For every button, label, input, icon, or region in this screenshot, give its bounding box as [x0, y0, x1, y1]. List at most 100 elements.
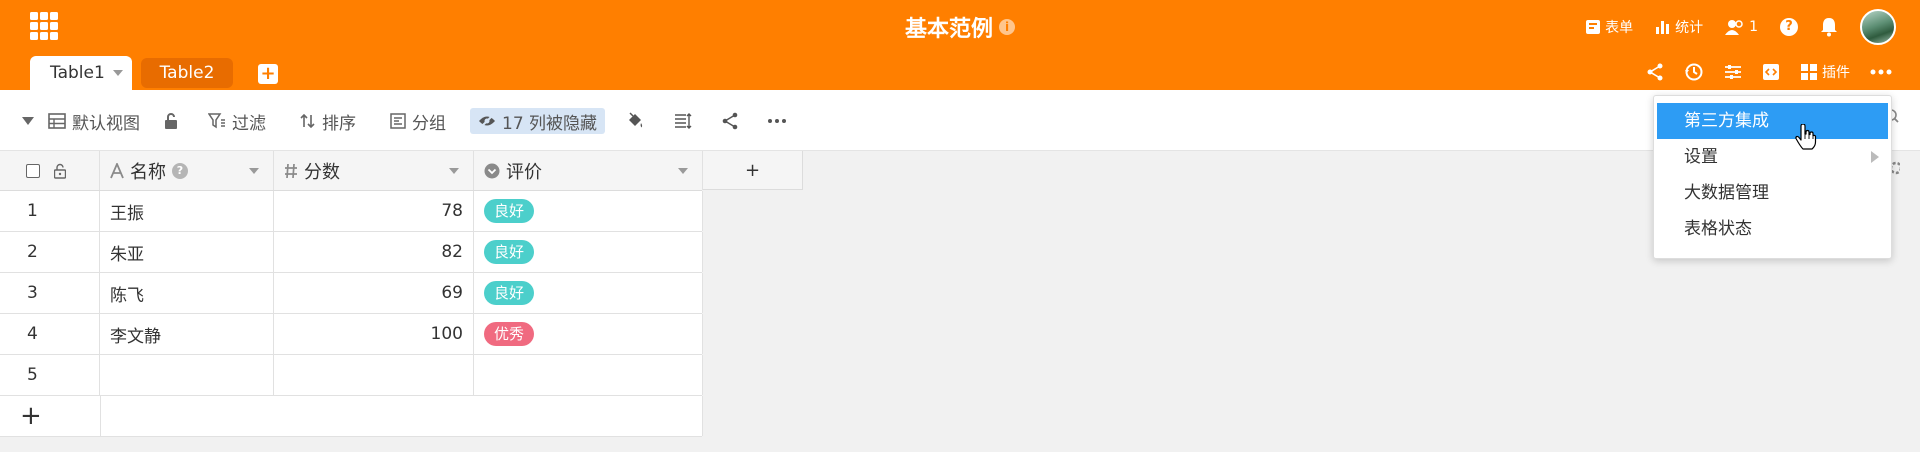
- filter-button[interactable]: 过滤: [208, 108, 266, 134]
- apps-grid-icon[interactable]: [30, 12, 58, 40]
- more-menu-dropdown: 第三方集成 设置 大数据管理 表格状态: [1653, 95, 1892, 259]
- column-eval-label: 评价: [506, 161, 542, 183]
- form-icon: [1586, 20, 1601, 34]
- table-row[interactable]: 5: [0, 355, 703, 396]
- row-height-icon[interactable]: [674, 108, 692, 134]
- user-avatar[interactable]: [1860, 9, 1896, 45]
- info-icon[interactable]: i: [999, 19, 1015, 35]
- header-actions: 表单 统计 1 ?: [1585, 9, 1896, 45]
- name-cell[interactable]: 李文静: [100, 314, 274, 354]
- table-row[interactable]: 4 李文静 100 优秀: [0, 314, 703, 355]
- view-selector[interactable]: 默认视图: [22, 108, 140, 134]
- hidden-columns-button[interactable]: 17 列被隐藏: [470, 108, 606, 134]
- base-title[interactable]: 基本范例: [905, 17, 993, 42]
- users-icon: [1725, 20, 1743, 35]
- name-cell[interactable]: 陈飞: [100, 273, 274, 313]
- row-index: 5: [0, 355, 100, 395]
- unlock-icon[interactable]: [54, 163, 66, 179]
- score-cell[interactable]: 78: [274, 191, 474, 231]
- column-header-score[interactable]: 分数: [274, 151, 474, 190]
- sort-icon: [300, 113, 315, 129]
- help-icon[interactable]: ?: [1780, 18, 1798, 36]
- share-view-icon[interactable]: [721, 108, 739, 134]
- name-cell[interactable]: 朱亚: [100, 232, 274, 272]
- form-button[interactable]: 表单: [1585, 17, 1633, 37]
- header-tools: 插件: [1646, 62, 1892, 82]
- chevron-right-icon: [1871, 151, 1879, 163]
- view-toolbar: 默认视图 过滤 排序 分组 17 列被隐藏: [0, 90, 1920, 151]
- score-cell[interactable]: 69: [274, 273, 474, 313]
- eval-cell[interactable]: 良好: [474, 273, 703, 313]
- collaborators-count: 1: [1749, 19, 1758, 35]
- eval-cell[interactable]: 优秀: [474, 314, 703, 354]
- column-header-row: 名称 ? 分数 评价 +: [0, 151, 803, 191]
- hand-cursor-icon: [1795, 124, 1817, 150]
- paint-bucket-icon[interactable]: [626, 108, 646, 134]
- tab-table1-label: Table1: [50, 63, 105, 83]
- menu-item-big-data[interactable]: 大数据管理: [1654, 175, 1891, 211]
- filter-label: 过滤: [232, 113, 266, 134]
- eval-cell[interactable]: [474, 355, 703, 395]
- caret-down-icon: [22, 117, 34, 125]
- select-all-checkbox[interactable]: [26, 163, 40, 178]
- plugins-button[interactable]: 插件: [1800, 62, 1850, 82]
- divider: [702, 396, 703, 436]
- group-icon: [390, 113, 406, 129]
- score-cell[interactable]: 82: [274, 232, 474, 272]
- sort-button[interactable]: 排序: [300, 108, 356, 134]
- chevron-down-icon[interactable]: [678, 168, 688, 174]
- bell-icon[interactable]: [1820, 17, 1838, 37]
- group-button[interactable]: 分组: [390, 108, 446, 134]
- stats-label: 统计: [1675, 20, 1704, 36]
- column-header-eval[interactable]: 评价: [474, 151, 703, 190]
- eval-tag: 良好: [484, 240, 535, 264]
- hidden-columns-label: 17 列被隐藏: [502, 113, 598, 134]
- menu-item-table-status[interactable]: 表格状态: [1654, 211, 1891, 247]
- add-table-button[interactable]: +: [258, 64, 278, 84]
- unlock-icon[interactable]: [164, 108, 178, 134]
- more-icon[interactable]: [1870, 69, 1892, 75]
- row-index: 2: [0, 232, 100, 272]
- history-icon[interactable]: [1684, 62, 1704, 82]
- column-header-name[interactable]: 名称 ?: [100, 151, 274, 190]
- share-icon[interactable]: [1646, 63, 1664, 81]
- chevron-down-icon[interactable]: [112, 70, 123, 76]
- add-row-button[interactable]: +: [20, 402, 42, 430]
- eval-tag: 优秀: [484, 322, 535, 346]
- chevron-down-icon[interactable]: [449, 168, 459, 174]
- eval-cell[interactable]: 良好: [474, 191, 703, 231]
- number-type-icon: [285, 163, 297, 178]
- group-label: 分组: [412, 113, 446, 134]
- score-cell[interactable]: 100: [274, 314, 474, 354]
- eval-cell[interactable]: 良好: [474, 232, 703, 272]
- name-cell[interactable]: 王振: [100, 191, 274, 231]
- plugins-icon: [1801, 64, 1817, 80]
- score-cell[interactable]: [274, 355, 474, 395]
- menu-item-third-party-integration[interactable]: 第三方集成: [1657, 103, 1888, 139]
- chevron-down-icon[interactable]: [249, 168, 259, 174]
- text-type-icon: [110, 162, 124, 178]
- collaborators-button[interactable]: 1: [1725, 19, 1758, 35]
- question-icon[interactable]: ?: [172, 162, 188, 179]
- row-index: 3: [0, 273, 100, 313]
- add-column-button[interactable]: +: [703, 151, 803, 190]
- code-icon[interactable]: [1762, 63, 1780, 81]
- tab-table1[interactable]: Table1: [30, 56, 132, 90]
- stats-button[interactable]: 统计: [1655, 17, 1703, 37]
- table-row[interactable]: 3 陈飞 69 良好: [0, 273, 703, 314]
- select-all-cell: [0, 151, 100, 190]
- tab-table2-label: Table2: [159, 63, 215, 83]
- name-cell[interactable]: [100, 355, 274, 395]
- table-row[interactable]: 1 王振 78 良好: [0, 191, 703, 232]
- table-row[interactable]: 2 朱亚 82 良好: [0, 232, 703, 273]
- app-header: 基本范例 i 表单 统计 1 ? Table1 Table2 + 插件: [0, 0, 1920, 90]
- more-options-icon[interactable]: [767, 108, 787, 134]
- row-index: 1: [0, 191, 100, 231]
- tab-table2[interactable]: Table2: [141, 58, 233, 88]
- divider: [100, 396, 101, 436]
- menu-item-settings[interactable]: 设置: [1654, 139, 1891, 175]
- eval-tag: 良好: [484, 199, 535, 223]
- sliders-icon[interactable]: [1724, 63, 1742, 81]
- menu-item-settings-label: 设置: [1684, 147, 1718, 167]
- filter-icon: [208, 113, 225, 129]
